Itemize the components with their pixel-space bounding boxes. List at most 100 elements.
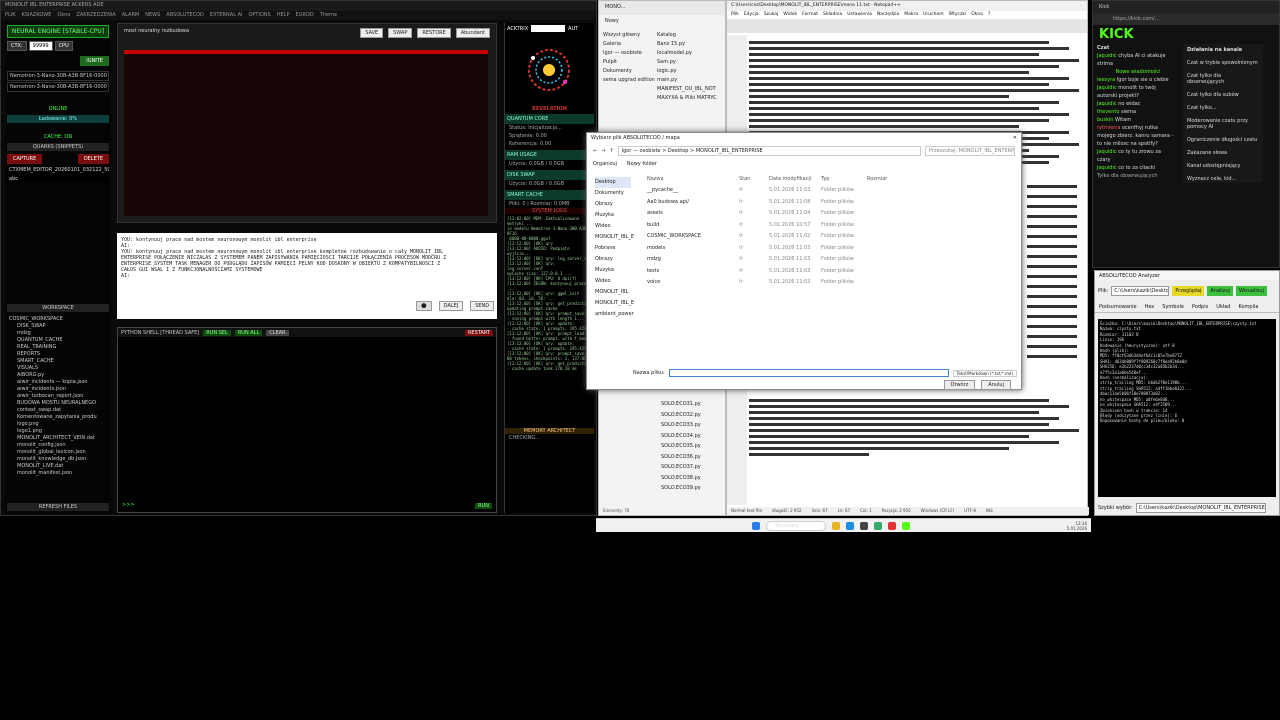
close-icon[interactable]: ✕: [1013, 135, 1017, 141]
tree-item[interactable]: mdzg: [9, 330, 107, 337]
notepad-icon[interactable]: [874, 521, 883, 530]
dialog-nav-item[interactable]: Pobrane: [595, 243, 631, 254]
stop-icon[interactable]: ⬤: [416, 301, 432, 311]
menu-item[interactable]: HELP: [277, 12, 290, 19]
acktrix-input[interactable]: [531, 25, 566, 32]
np-menu-item[interactable]: Makra: [904, 12, 918, 18]
explorer-nav-item[interactable]: Dokumenty: [603, 67, 657, 76]
start-icon[interactable]: [752, 521, 761, 530]
menu-item[interactable]: ALARM: [122, 12, 140, 19]
np-menu-item[interactable]: Uruchom: [923, 12, 943, 18]
cancel-button[interactable]: Anuluj: [981, 380, 1011, 390]
tree-item[interactable]: REAL_TRAINING: [9, 344, 107, 351]
run-selection-button[interactable]: RUN SEL: [203, 329, 231, 336]
explorer-nav-item[interactable]: Wszyst główny: [603, 31, 657, 40]
file-row[interactable]: COSMIC_WORKSPACE ⟳ 5.01.2026 11:02 Folder p…: [587, 231, 1021, 243]
analyzer-tab[interactable]: Hex: [1145, 304, 1155, 310]
clear-button[interactable]: CLEAR: [266, 329, 289, 336]
explorer-nav-item[interactable]: Pulpit: [603, 58, 657, 67]
file-row[interactable]: assets ⟳ 5.01.2026 11:04 Folder plików: [587, 208, 1021, 220]
restart-button[interactable]: RESTART: [464, 329, 493, 336]
analyzer-output[interactable]: Ścieżka: C:\Users\kazik\Desktop\MONOLIT_…: [1098, 319, 1276, 497]
file-type-filter[interactable]: Tekst/Markdown (*.txt;*.md): [952, 369, 1017, 377]
up-arrow-icon[interactable]: ↑: [609, 148, 613, 154]
explorer-file[interactable]: SOLO.ECO35.py: [661, 441, 701, 452]
restore-button[interactable]: RESTORE: [417, 28, 451, 38]
chat-user[interactable]: Jaquidic: [1097, 53, 1117, 59]
explorer-file[interactable]: localmodel.py: [657, 49, 725, 58]
np-menu-item[interactable]: ?: [988, 12, 990, 18]
analyzer-tab[interactable]: Podsumowanie: [1099, 304, 1137, 310]
explorer-file[interactable]: SOLO.ECO34.py: [661, 431, 701, 442]
edge-icon[interactable]: [846, 521, 855, 530]
file-row[interactable]: tests ⟳ 5.01.2026 11:03 Folder plików: [587, 265, 1021, 277]
chat-user[interactable]: leesyra: [1097, 77, 1115, 83]
explorer-file[interactable]: Banz 15.py: [657, 40, 725, 49]
menu-item[interactable]: Okno: [57, 12, 70, 19]
explorer-icon[interactable]: [832, 521, 841, 530]
tree-item[interactable]: SMART_CACHE: [9, 358, 107, 365]
tree-item[interactable]: logo.png: [9, 421, 107, 428]
chat-user[interactable]: rytmierra: [1097, 125, 1120, 131]
menu-item[interactable]: EUROO: [296, 12, 314, 19]
explorer-file[interactable]: MAXYXA & Pliki MATRYC: [657, 94, 725, 103]
action-toggle[interactable]: Wyznacz cele, kid...: [1183, 170, 1263, 183]
tree-item[interactable]: monolit_config.json: [9, 442, 107, 449]
menu-item[interactable]: EXTERNAL AI: [210, 12, 243, 19]
explorer-nav-item[interactable]: sema upgrad edition: [603, 76, 657, 85]
action-toggle[interactable]: Kanał udostępniający: [1183, 157, 1263, 170]
dialog-nav-item[interactable]: Muzyka: [595, 265, 631, 276]
np-menu-item[interactable]: Okno: [971, 12, 983, 18]
snippet-item[interactable]: CTXMEM_EDITOR_20260101_032122_508: [7, 166, 109, 174]
tree-item[interactable]: QUANTUM_CACHE: [9, 337, 107, 344]
dialog-nav-item[interactable]: Dokumenty: [595, 188, 631, 199]
action-toggle[interactable]: Zakazane słowa: [1183, 144, 1263, 157]
tree-item[interactable]: BUDOWA MOSTU NEURALNEGO: [9, 400, 107, 407]
np-menu-item[interactable]: Narzędzia: [877, 12, 899, 18]
delete-button[interactable]: DELETE: [77, 154, 109, 164]
run-all-button[interactable]: RUN ALL: [234, 329, 263, 336]
tree-item[interactable]: VISUALS: [9, 365, 107, 372]
menu-item[interactable]: NEWS: [145, 12, 160, 19]
dialog-nav-item[interactable]: MONOLIT_IBL_E: [595, 298, 634, 309]
tree-item[interactable]: DISK_SWAP: [9, 323, 107, 330]
chat-user[interactable]: Jaquidic: [1097, 165, 1117, 171]
explorer-file[interactable]: Sam.py: [657, 58, 725, 67]
chat-user[interactable]: buskin: [1097, 117, 1113, 123]
back-arrow-icon[interactable]: ←: [593, 148, 597, 154]
dialog-nav-item[interactable]: Muzyka: [595, 210, 631, 221]
explorer-file[interactable]: main.py: [657, 76, 725, 85]
app-icon[interactable]: [902, 521, 911, 530]
organize-button[interactable]: Organizuj: [593, 161, 617, 167]
explorer-file[interactable]: SOLO.ECO37.py: [661, 462, 701, 473]
analyzer-tab[interactable]: Układ: [1216, 304, 1230, 310]
shell-prompt[interactable]: >>>: [122, 502, 135, 508]
tree-item[interactable]: aiwir_incidents — kopia.json: [9, 379, 107, 386]
save-button[interactable]: SAVE: [360, 28, 384, 38]
explorer-file[interactable]: SOLO.ECO32.py: [661, 410, 701, 421]
file-row[interactable]: models ⟳ 5.01.2026 11:03 Folder plików: [587, 242, 1021, 254]
send-button[interactable]: SEND: [470, 301, 495, 311]
tree-item[interactable]: COSMIC_WORKSPACE: [9, 316, 107, 323]
dialog-nav-item[interactable]: Obrazy: [595, 199, 631, 210]
refresh-files-button[interactable]: REFRESH FILES: [7, 503, 109, 511]
model-select[interactable]: Nemotron-3-Nano-30B-A3B-8F16-0000: [7, 71, 109, 81]
browser-url[interactable]: https://kick.com/...: [1093, 13, 1279, 25]
col-name[interactable]: Nazwa: [647, 176, 739, 182]
explorer-file[interactable]: SOLO.ECO33.py: [661, 420, 701, 431]
explorer-nav-item[interactable]: Igor — osobiste: [603, 49, 657, 58]
explorer-file[interactable]: logic.py: [657, 67, 725, 76]
action-toggle[interactable]: Czat tylko dla obserwujących: [1183, 67, 1263, 86]
browse-button[interactable]: Przeglądaj: [1172, 286, 1205, 296]
col-status[interactable]: Stan: [739, 176, 769, 182]
analyze-button[interactable]: Analizuj: [1207, 286, 1233, 296]
tree-item[interactable]: logo1.png: [9, 428, 107, 435]
model-select[interactable]: Nemotron-3-Nano-30B-A3B-8F16-0000: [7, 82, 109, 92]
tree-item[interactable]: MONOLIT_ARCHITECT_VEIN.dat: [9, 435, 107, 442]
chat-user[interactable]: Jaquidic: [1097, 85, 1117, 91]
tree-item[interactable]: aiwir_incidents.json: [9, 386, 107, 393]
ignite-button[interactable]: IGNITE: [80, 56, 109, 66]
np-menu-item[interactable]: Widok: [783, 12, 797, 18]
col-size[interactable]: Rozmiar: [867, 176, 887, 182]
tree-item[interactable]: context_swap.dat: [9, 407, 107, 414]
